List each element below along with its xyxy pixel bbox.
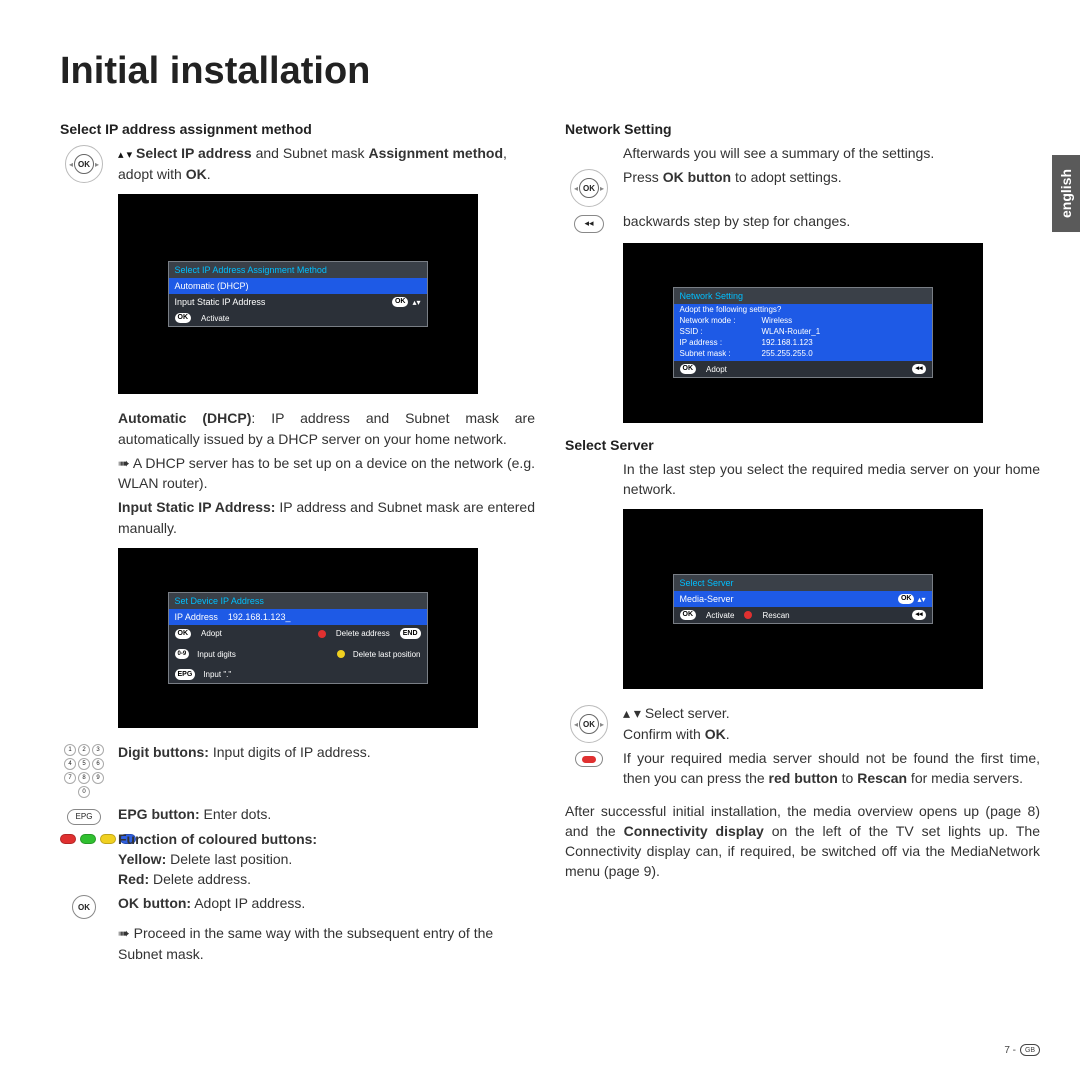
digit-buttons-text: Digit buttons: Input digits of IP addres…: [118, 742, 535, 762]
tv3-footer: OKAdopt ◂◂: [674, 361, 932, 377]
tv1-row-static: Input Static IP Address OK▴▾: [169, 294, 427, 310]
tv1-footer: OKActivate: [169, 310, 427, 326]
tv3-header: Network Setting: [674, 288, 932, 304]
rewind-icon: ◂◂: [565, 211, 613, 233]
ok-ring-icon: OK: [565, 703, 613, 743]
backwards-text: backwards step by step for changes.: [623, 211, 1040, 231]
ok-button-text: OK button: Adopt IP address.: [118, 893, 535, 913]
updown-arrows-icon: [118, 145, 132, 161]
colour-buttons-icon: [60, 829, 108, 847]
left-column: Select IP address assignment method OK S…: [60, 111, 535, 968]
auto-dhcp-text: Automatic (DHCP): IP address and Subnet …: [118, 408, 535, 449]
epg-button-icon: EPG: [60, 804, 108, 825]
page-title: Initial installation: [0, 0, 1080, 111]
dhcp-note: A DHCP server has to be set up on a devi…: [118, 453, 535, 494]
tv2-ip-row: IP Address 192.168.1.123_: [169, 609, 427, 625]
section-ip-method-title: Select IP address assignment method: [60, 121, 535, 137]
select-server-title: Select Server: [565, 437, 1040, 453]
tv1-row-dhcp: Automatic (DHCP): [169, 278, 427, 294]
tv2-header: Set Device IP Address: [169, 593, 427, 609]
instruction-select-ip: OK Select IP address and Subnet mask Ass…: [60, 143, 535, 184]
tv2-footer: OKAdopt Delete address END 0-9Input digi…: [169, 625, 427, 683]
rescan-text: If your required media server should not…: [623, 748, 1040, 789]
red-button-icon: [565, 748, 613, 768]
ok-ring-icon: OK: [60, 143, 108, 183]
tv-screenshot-set-ip: Set Device IP Address IP Address 192.168…: [118, 548, 478, 728]
tv4-footer: OKActivate Rescan ◂◂: [674, 607, 932, 623]
after-install-text: After successful initial installation, t…: [565, 801, 1040, 882]
network-setting-title: Network Setting: [565, 121, 1040, 137]
tv-screenshot-network-setting: Network Setting Adopt the following sett…: [623, 243, 983, 423]
proceed-note: Proceed in the same way with the subsequ…: [118, 923, 535, 964]
select-server-instr: ▴ ▾ Select server. Confirm with OK.: [623, 703, 1040, 744]
colour-buttons-text: Function of coloured buttons: Yellow: De…: [118, 829, 535, 890]
tv4-header: Select Server: [674, 575, 932, 591]
right-column: Network Setting Afterwards you will see …: [565, 111, 1040, 968]
press-ok-text: Press OK button to adopt settings.: [623, 167, 1040, 187]
network-summary-text: Afterwards you will see a summary of the…: [623, 143, 1040, 163]
ok-ring-icon: OK: [565, 167, 613, 207]
tv-screenshot-select-server: Select Server Media-Server OK▴▾ OKActiva…: [623, 509, 983, 689]
instruction-select-ip-text: Select IP address and Subnet mask Assign…: [118, 143, 535, 184]
keypad-icon: 123 456 789 0: [60, 742, 108, 800]
static-ip-text: Input Static IP Address: IP address and …: [118, 497, 535, 538]
language-tab: english: [1052, 155, 1080, 232]
select-server-text: In the last step you select the required…: [623, 459, 1040, 500]
ok-button-icon: OK: [60, 893, 108, 919]
region-badge: GB: [1020, 1044, 1040, 1056]
tv1-header: Select IP Address Assignment Method: [169, 262, 427, 278]
page-footer: 7 - GB: [1004, 1044, 1040, 1056]
content-columns: Select IP address assignment method OK S…: [0, 111, 1080, 968]
tv4-server-row: Media-Server OK▴▾: [674, 591, 932, 607]
tv-screenshot-ip-method: Select IP Address Assignment Method Auto…: [118, 194, 478, 394]
tv3-body: Adopt the following settings? Network mo…: [674, 304, 932, 361]
epg-button-text: EPG button: Enter dots.: [118, 804, 535, 824]
